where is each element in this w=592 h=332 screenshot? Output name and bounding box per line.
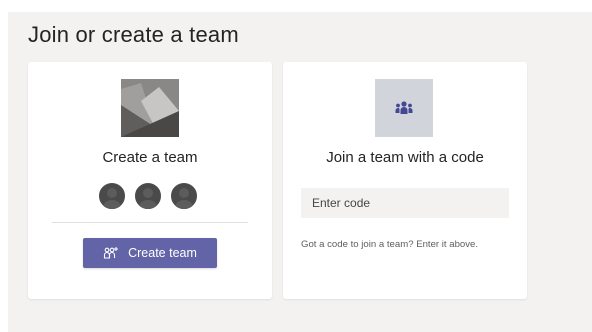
add-team-icon [103,246,119,260]
join-hint-text: Got a code to join a team? Enter it abov… [301,239,479,250]
avatar [133,181,163,211]
page-title: Join or create a team [28,22,239,47]
create-team-card[interactable]: Create a team Create team [28,62,272,299]
avatar [169,181,199,211]
join-create-panel: Join or create a team Create a team Crea… [8,12,592,332]
join-team-title: Join a team with a code [326,149,484,166]
avatar-group [97,181,203,211]
team-image-placeholder-icon [121,79,179,137]
create-team-title: Create a team [102,149,198,166]
divider [52,222,248,223]
team-people-icon [375,79,433,137]
avatar [97,181,127,211]
create-team-button-label: Create team [128,246,197,260]
create-team-button[interactable]: Create team [83,238,217,268]
team-code-input[interactable] [301,188,509,218]
join-team-card: Join a team with a code Got a code to jo… [283,62,527,299]
